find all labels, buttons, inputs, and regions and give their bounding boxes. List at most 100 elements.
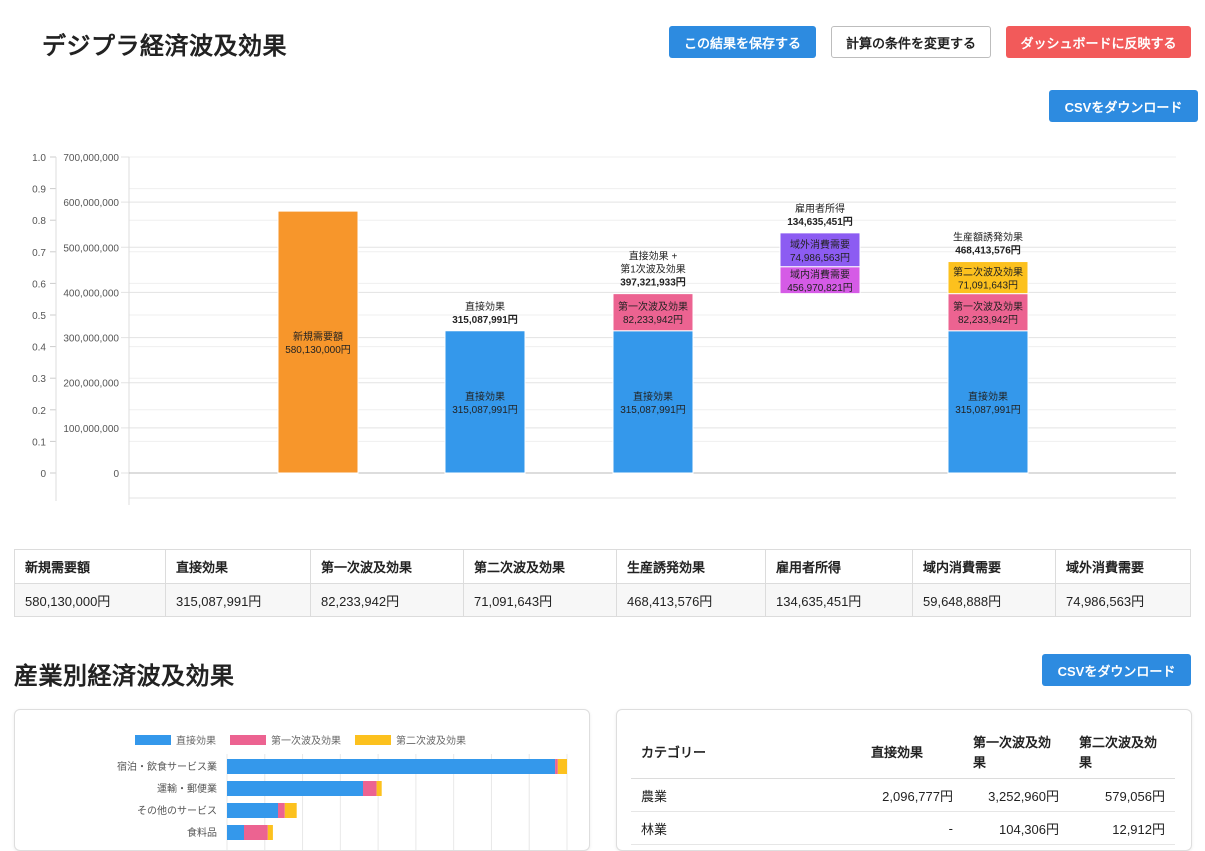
value-axis-tick-label: 600,000,000 [63, 198, 119, 209]
value-axis-tick-label: 0 [113, 469, 119, 480]
summary-header-cell: 雇用者所得 [765, 549, 913, 584]
left-axis-tick-label: 0.4 [32, 343, 46, 354]
summary-header-cell: 生産誘発効果 [616, 549, 766, 584]
segment-label: 域内消費需要 [790, 268, 850, 281]
industry-chart: 直接効果 第一次波及効果 第二次波及効果宿泊・飲食サービス業運輸・郵便業その他のサー… [117, 734, 568, 850]
summary-value-cell: 134,635,451円 [765, 583, 913, 617]
bar-segment [227, 825, 244, 840]
category-label: その他のサービス [137, 804, 217, 817]
left-axis-tick-label: 0.2 [32, 406, 46, 417]
bar-segment [557, 759, 567, 774]
left-axis-tick-label: 0.5 [32, 311, 46, 322]
value-axis-tick-label: 400,000,000 [63, 288, 119, 299]
segment-label: 第一次波及効果 [953, 300, 1023, 313]
summary-value-cell: 315,087,991円 [165, 583, 311, 617]
bar-total-label: 直接効果 + [629, 250, 678, 263]
industry-cell-category: 林業 [631, 811, 861, 845]
industry-header-first: 第一次波及効果 [963, 728, 1069, 779]
bar-segment [244, 825, 268, 840]
segment-label: 域外消費需要 [790, 238, 850, 251]
summary-value-cell: 468,413,576円 [616, 583, 766, 617]
industry-cell-category: 農業 [631, 778, 861, 812]
left-axis-tick-label: 0.1 [32, 437, 46, 448]
summary-value-cell: 82,233,942円 [310, 583, 464, 617]
bar-segment [284, 803, 297, 818]
segment-value-label: 82,233,942円 [623, 315, 683, 326]
value-axis-tick-label: 200,000,000 [63, 379, 119, 390]
industry-cell-second: 12,912円 [1069, 811, 1175, 845]
summary-value-cell: 74,986,563円 [1055, 583, 1191, 617]
industry-header-second: 第二次波及効果 [1069, 728, 1175, 779]
segment-value-label: 315,087,991円 [452, 405, 518, 416]
value-axis-tick-label: 500,000,000 [63, 243, 119, 254]
left-axis-tick-label: 0 [40, 469, 46, 480]
industry-header-category: カテゴリー [631, 728, 861, 779]
summary-value-cell: 580,130,000円 [14, 583, 166, 617]
industry-header-direct: 直接効果 [861, 728, 963, 779]
industry-section-title: 産業別経済波及効果 [14, 663, 235, 690]
segment-label: 第二次波及効果 [953, 266, 1023, 279]
bar-segment [363, 781, 377, 796]
bar-segment [376, 781, 382, 796]
category-label: 宿泊・飲食サービス業 [117, 760, 217, 773]
segment-value-label: 315,087,991円 [955, 405, 1021, 416]
segment-value-label: 82,233,942円 [958, 315, 1018, 326]
value-axis-tick-label: 100,000,000 [63, 424, 119, 435]
category-label: 運輸・郵便業 [157, 782, 217, 795]
legend-swatch [135, 735, 171, 745]
save-result-button[interactable]: この結果を保存する [669, 26, 816, 58]
legend-label: 第一次波及効果 [271, 734, 341, 747]
industry-csv-download-button[interactable]: CSVをダウンロード [1042, 654, 1191, 686]
industry-cell-first: 104,306円 [963, 811, 1069, 845]
industry-table-panel: カテゴリー 直接効果 第一次波及効果 第二次波及効果 農業 2,096,777円… [616, 709, 1192, 851]
table-row: 農業 2,096,777円 3,252,960円 579,056円 [631, 778, 1175, 812]
industry-cell-direct: 2,096,777円 [861, 778, 963, 812]
bar-segment [555, 759, 558, 774]
bar-total-value: 315,087,991円 [452, 314, 518, 326]
left-axis-tick-label: 0.6 [32, 279, 46, 290]
left-axis-tick-label: 0.3 [32, 374, 46, 385]
segment-value-label: 456,970,821円 [787, 283, 853, 294]
industry-table-header-row: カテゴリー 直接効果 第一次波及効果 第二次波及効果 [631, 728, 1175, 779]
segment-value-label: 580,130,000円 [285, 345, 351, 356]
segment-label: 直接効果 [968, 390, 1008, 403]
segment-value-label: 74,986,563円 [790, 253, 850, 264]
summary-header-cell: 第二次波及効果 [463, 549, 617, 584]
industry-cell-first: 3,252,960円 [963, 778, 1069, 812]
bar-segment [227, 781, 363, 796]
left-axis-tick-label: 0.9 [32, 185, 46, 196]
industry-chart-panel: 直接効果 第一次波及効果 第二次波及効果 宿泊・飲食サービス業 運輸・郵便業 その他のサー… [14, 709, 590, 851]
bar-total-label: 第1次波及効果 [620, 263, 686, 276]
summary-header-cell: 域内消費需要 [912, 549, 1056, 584]
change-conditions-button[interactable]: 計算の条件を変更する [831, 26, 991, 58]
summary-value-cell: 59,648,888円 [912, 583, 1056, 617]
category-label: 食料品 [187, 826, 217, 839]
value-axis-tick-label: 300,000,000 [63, 334, 119, 345]
segment-label: 直接効果 [465, 390, 505, 403]
legend-swatch [230, 735, 266, 745]
reflect-dashboard-button[interactable]: ダッシュボードに反映する [1006, 26, 1191, 58]
bar-total-value: 134,635,451円 [787, 216, 853, 228]
value-axis-tick-label: 700,000,000 [63, 153, 119, 164]
bar-total-label: 直接効果 [465, 300, 505, 313]
summary-header-cell: 域外消費需要 [1055, 549, 1191, 584]
segment-label: 新規需要額 [293, 330, 343, 343]
bar-segment [227, 803, 278, 818]
page-title: デジプラ経済波及効果 [42, 33, 287, 60]
bar-total-label: 雇用者所得 [795, 202, 845, 215]
summary-table: 新規需要額 直接効果 第一次波及効果 第二次波及効果 生産誘発効果 雇用者所得 … [14, 549, 1191, 617]
legend-label: 直接効果 [176, 734, 216, 747]
summary-header-cell: 直接効果 [165, 549, 311, 584]
bar-total-label: 生産額誘発効果 [953, 231, 1023, 244]
summary-header-row: 新規需要額 直接効果 第一次波及効果 第二次波及効果 生産誘発効果 雇用者所得 … [14, 549, 1191, 584]
segment-value-label: 315,087,991円 [620, 405, 686, 416]
summary-value-cell: 71,091,643円 [463, 583, 617, 617]
csv-download-button[interactable]: CSVをダウンロード [1049, 90, 1198, 122]
economic-effect-chart: 1.0 0.9 0.8 0.7 0.6 0.5 0.4 0.3 0.2 0.1 0 700,000,0… [32, 153, 1176, 505]
bar-total-value: 468,413,576円 [955, 245, 1021, 257]
table-row: 林業 - 104,306円 12,912円 [631, 811, 1175, 845]
summary-value-row: 580,130,000円 315,087,991円 82,233,942円 71… [14, 583, 1191, 617]
bar-total-value: 397,321,933円 [620, 277, 686, 289]
segment-value-label: 71,091,643円 [958, 281, 1018, 292]
industry-cell-direct: - [861, 811, 963, 845]
